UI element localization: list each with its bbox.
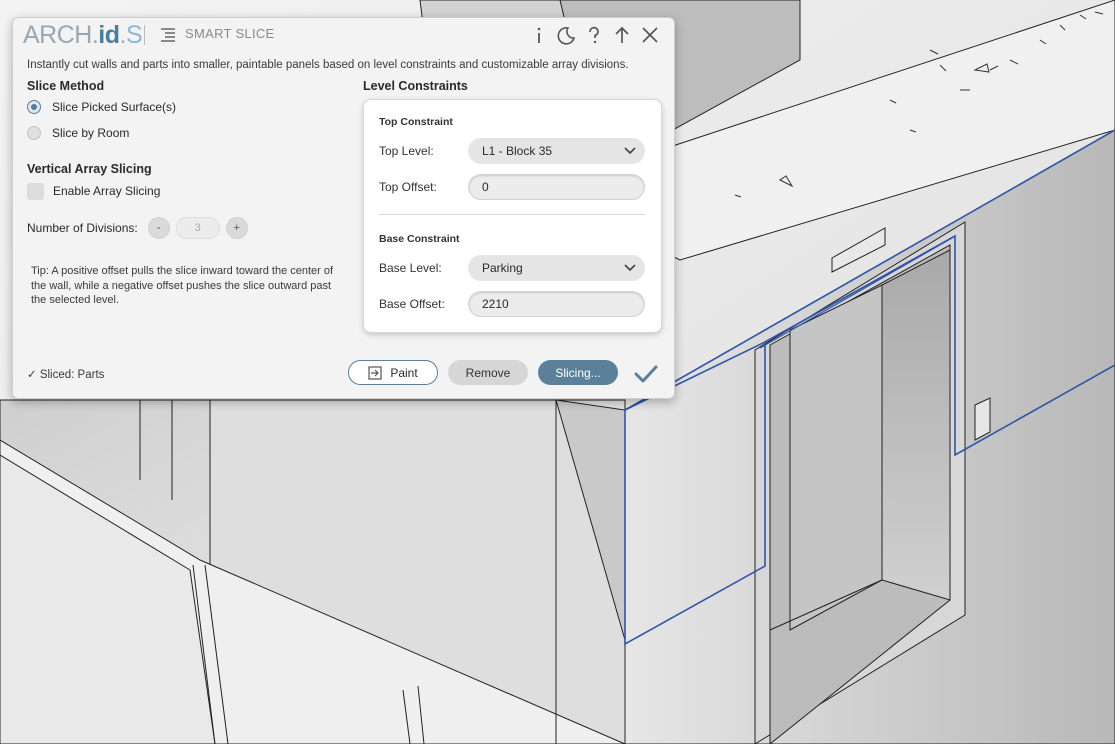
chevron-down-icon [624, 264, 636, 272]
checkbox[interactable] [27, 182, 44, 200]
base-offset-input[interactable]: 2210 [468, 291, 645, 317]
divisions-stepper: Number of Divisions: - 3 + [27, 216, 248, 240]
base-level-label: Base Level: [379, 261, 442, 275]
tool-description: Instantly cut walls and parts into small… [27, 59, 629, 71]
paint-button[interactable]: Paint [348, 360, 438, 385]
radio-button[interactable] [27, 126, 41, 140]
base-offset-label: Base Offset: [379, 297, 445, 311]
top-level-select[interactable]: L1 - Block 35 [468, 138, 645, 164]
title-separator [144, 25, 145, 45]
info-icon[interactable] [528, 24, 550, 46]
close-icon[interactable] [639, 24, 661, 46]
confirm-check-icon[interactable] [633, 362, 659, 386]
app-logo: ARCH.id.S [23, 21, 143, 49]
radio-label: Slice Picked Surface(s) [52, 100, 177, 114]
enable-array-slicing-checkbox[interactable]: Enable Array Slicing [27, 182, 160, 200]
chevron-down-icon [624, 147, 636, 155]
radio-button-selected[interactable] [27, 100, 41, 114]
top-offset-label: Top Offset: [379, 180, 437, 194]
top-level-label: Top Level: [379, 144, 434, 158]
radio-slice-picked-surfaces[interactable]: Slice Picked Surface(s) [27, 98, 176, 116]
collapse-icon[interactable] [611, 24, 633, 46]
radio-slice-by-room[interactable]: Slice by Room [27, 124, 129, 142]
radio-label: Slice by Room [52, 126, 130, 140]
top-offset-input[interactable]: 0 [468, 174, 645, 200]
divisions-label: Number of Divisions: [27, 221, 138, 235]
smart-slice-dialog: ARCH.id.S SMART SLICE Instantly cut wall… [12, 17, 675, 399]
decrement-button[interactable]: - [147, 217, 170, 239]
divisions-input[interactable]: 3 [175, 217, 220, 239]
paint-icon [368, 365, 382, 380]
level-constraints-label: Level Constraints [363, 79, 468, 93]
offset-tip: Tip: A positive offset pulls the slice i… [31, 265, 334, 306]
vertical-array-label: Vertical Array Slicing [27, 162, 152, 176]
menu-icon[interactable] [156, 24, 178, 46]
dialog-titlebar[interactable]: ARCH.id.S SMART SLICE [13, 18, 674, 54]
app-title: SMART SLICE [185, 26, 275, 41]
base-level-select[interactable]: Parking [468, 255, 645, 281]
dark-mode-icon[interactable] [555, 24, 577, 46]
base-constraint-heading: Base Constraint [379, 233, 460, 245]
paint-label: Paint [390, 365, 418, 380]
level-constraints-card: Top Constraint Top Level: L1 - Block 35 … [363, 99, 662, 333]
remove-button[interactable]: Remove [448, 360, 528, 385]
base-level-value: Parking [482, 261, 523, 275]
increment-button[interactable]: + [225, 217, 248, 239]
slice-method-label: Slice Method [27, 79, 105, 93]
checkbox-label: Enable Array Slicing [53, 184, 161, 198]
top-level-value: L1 - Block 35 [482, 144, 553, 158]
slicing-button[interactable]: Slicing... [538, 360, 618, 385]
status-text: ✓ Sliced: Parts [27, 369, 105, 381]
top-constraint-heading: Top Constraint [379, 116, 453, 128]
help-icon[interactable] [583, 24, 605, 46]
card-divider [379, 214, 645, 215]
